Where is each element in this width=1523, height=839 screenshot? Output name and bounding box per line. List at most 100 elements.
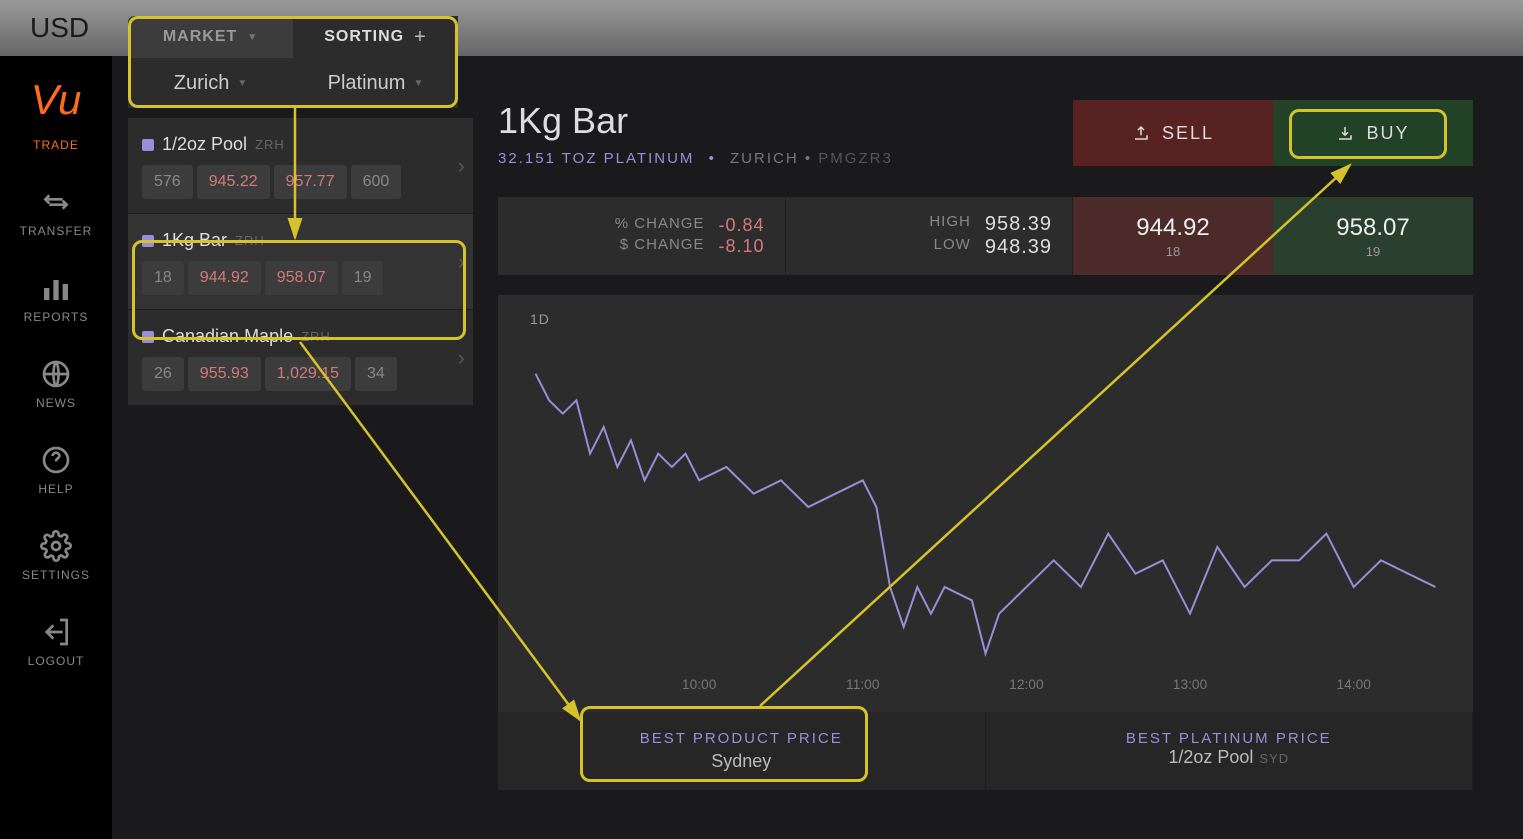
product-row[interactable]: 1Kg Bar ZRH 18 944.92 958.07 19 › [128, 214, 473, 310]
caret-down-icon: ▼ [247, 32, 258, 43]
stat-bar: % CHANGE-0.84 $ CHANGE-8.10 HIGH958.39 L… [498, 197, 1473, 275]
sell-button[interactable]: SELL [1073, 100, 1273, 166]
currency[interactable]: USD [30, 12, 89, 44]
best-metal-label: BEST PLATINUM PRICE [986, 730, 1473, 747]
buy-button[interactable]: BUY [1273, 100, 1473, 166]
change-cell: % CHANGE-0.84 $ CHANGE-8.10 [498, 197, 786, 275]
bar-chart-icon [40, 272, 72, 304]
product-list: 1/2oz Pool ZRH 576 945.22 957.77 600 › 1… [128, 118, 473, 406]
qty1: 26 [142, 357, 184, 391]
product-row[interactable]: 1/2oz Pool ZRH 576 945.22 957.77 600 › [128, 118, 473, 214]
best-bar: BEST PRODUCT PRICE Sydney BEST PLATINUM … [498, 712, 1473, 790]
dollar-change-label: $ CHANGE [620, 236, 705, 257]
chart-period[interactable]: 1D [530, 311, 1465, 327]
swatch-icon [142, 331, 154, 343]
caret-down-icon: ▼ [413, 78, 423, 89]
nav-help-label: HELP [38, 482, 73, 496]
high-label: HIGH [929, 213, 971, 236]
sell-price[interactable]: 945.22 [197, 165, 270, 199]
download-icon [1336, 124, 1354, 142]
buy-qty: 19 [1366, 244, 1380, 259]
qty1: 576 [142, 165, 193, 199]
chevron-right-icon[interactable]: › [458, 153, 465, 179]
transfer-icon [40, 186, 72, 218]
best-metal[interactable]: BEST PLATINUM PRICE 1/2oz Pool SYD [986, 712, 1474, 790]
svg-text:13:00: 13:00 [1173, 676, 1208, 692]
nav-logout[interactable]: LOGOUT [28, 616, 85, 668]
swatch-icon [142, 235, 154, 247]
nav-settings[interactable]: SETTINGS [22, 530, 90, 582]
sidebar: Vu TRADE TRANSFER REPORTS NEWS HELP SETT… [0, 56, 112, 839]
detail-code: PMGZR3 [818, 150, 893, 167]
svg-text:12:00: 12:00 [1009, 676, 1044, 692]
bullet-icon: • [709, 150, 716, 167]
product-loc: ZRH [255, 137, 285, 152]
filter-metal-label: Platinum [328, 72, 406, 95]
plus-icon: + [414, 26, 427, 49]
tab-sorting[interactable]: SORTING + [293, 16, 458, 58]
nav-reports[interactable]: REPORTS [24, 272, 89, 324]
filter-metal[interactable]: Platinum ▼ [293, 58, 458, 108]
chevron-right-icon[interactable]: › [458, 249, 465, 275]
nav-help[interactable]: HELP [38, 444, 73, 496]
buy-price-value: 958.07 [1336, 214, 1409, 242]
filters: Zurich ▼ Platinum ▼ [128, 58, 458, 108]
high-value: 958.39 [985, 213, 1052, 236]
help-icon [40, 444, 72, 476]
dollar-change: -8.10 [718, 236, 764, 257]
filter-location[interactable]: Zurich ▼ [128, 58, 293, 108]
tabs: MARKET ▼ SORTING + [128, 16, 458, 58]
nav-trade[interactable]: TRADE [33, 138, 79, 152]
sell-price-value: 944.92 [1136, 214, 1209, 242]
buy-button-label: BUY [1366, 123, 1409, 144]
product-row[interactable]: Canadian Maple ZRH 26 955.93 1,029.15 34… [128, 310, 473, 406]
logout-icon [40, 616, 72, 648]
low-label: LOW [934, 236, 971, 259]
nav-trade-label: TRADE [33, 138, 79, 152]
nav-news-label: NEWS [36, 396, 76, 410]
sell-price[interactable]: 955.93 [188, 357, 261, 391]
low-value: 948.39 [985, 236, 1052, 259]
chevron-right-icon[interactable]: › [458, 345, 465, 371]
nav-reports-label: REPORTS [24, 310, 89, 324]
sell-price-cell[interactable]: 944.92 18 [1073, 197, 1273, 275]
buy-price[interactable]: 957.77 [274, 165, 347, 199]
product-loc: ZRH [235, 233, 265, 248]
product-name: 1Kg Bar [162, 230, 227, 251]
nav-transfer-label: TRANSFER [20, 224, 93, 238]
chart-area[interactable]: 1D 10:00 11:00 12:00 13:00 14:00 [498, 295, 1473, 712]
swatch-icon [142, 139, 154, 151]
qty2: 600 [351, 165, 402, 199]
action-row: SELL BUY [1073, 100, 1473, 166]
tab-market-label: MARKET [163, 28, 237, 46]
svg-text:10:00: 10:00 [682, 676, 717, 692]
svg-text:11:00: 11:00 [846, 676, 880, 692]
best-metal-loc: SYD [1259, 751, 1289, 766]
nav-transfer[interactable]: TRANSFER [20, 186, 93, 238]
product-name: Canadian Maple [162, 326, 293, 347]
svg-text:14:00: 14:00 [1336, 676, 1371, 692]
product-name: 1/2oz Pool [162, 134, 247, 155]
sell-qty: 18 [1166, 244, 1180, 259]
sell-price[interactable]: 944.92 [188, 261, 261, 295]
product-loc: ZRH [301, 329, 331, 344]
buy-price[interactable]: 1,029.15 [265, 357, 351, 391]
tab-market[interactable]: MARKET ▼ [128, 16, 293, 58]
caret-down-icon: ▼ [237, 78, 247, 89]
upload-icon [1132, 124, 1150, 142]
nav-settings-label: SETTINGS [22, 568, 90, 582]
nav-logout-label: LOGOUT [28, 654, 85, 668]
qty2: 34 [355, 357, 397, 391]
price-chart: 10:00 11:00 12:00 13:00 14:00 [506, 327, 1465, 707]
bullet-icon: • [805, 150, 818, 167]
buy-price-cell[interactable]: 958.07 19 [1273, 197, 1473, 275]
best-metal-value: 1/2oz Pool [1168, 747, 1253, 767]
best-product[interactable]: BEST PRODUCT PRICE Sydney [498, 712, 986, 790]
gear-icon [40, 530, 72, 562]
detail-metal: 32.151 TOZ PLATINUM [498, 150, 694, 167]
filter-location-label: Zurich [174, 72, 230, 95]
pct-change: -0.84 [718, 215, 764, 236]
logo: Vu [31, 76, 82, 124]
nav-news[interactable]: NEWS [36, 358, 76, 410]
buy-price[interactable]: 958.07 [265, 261, 338, 295]
